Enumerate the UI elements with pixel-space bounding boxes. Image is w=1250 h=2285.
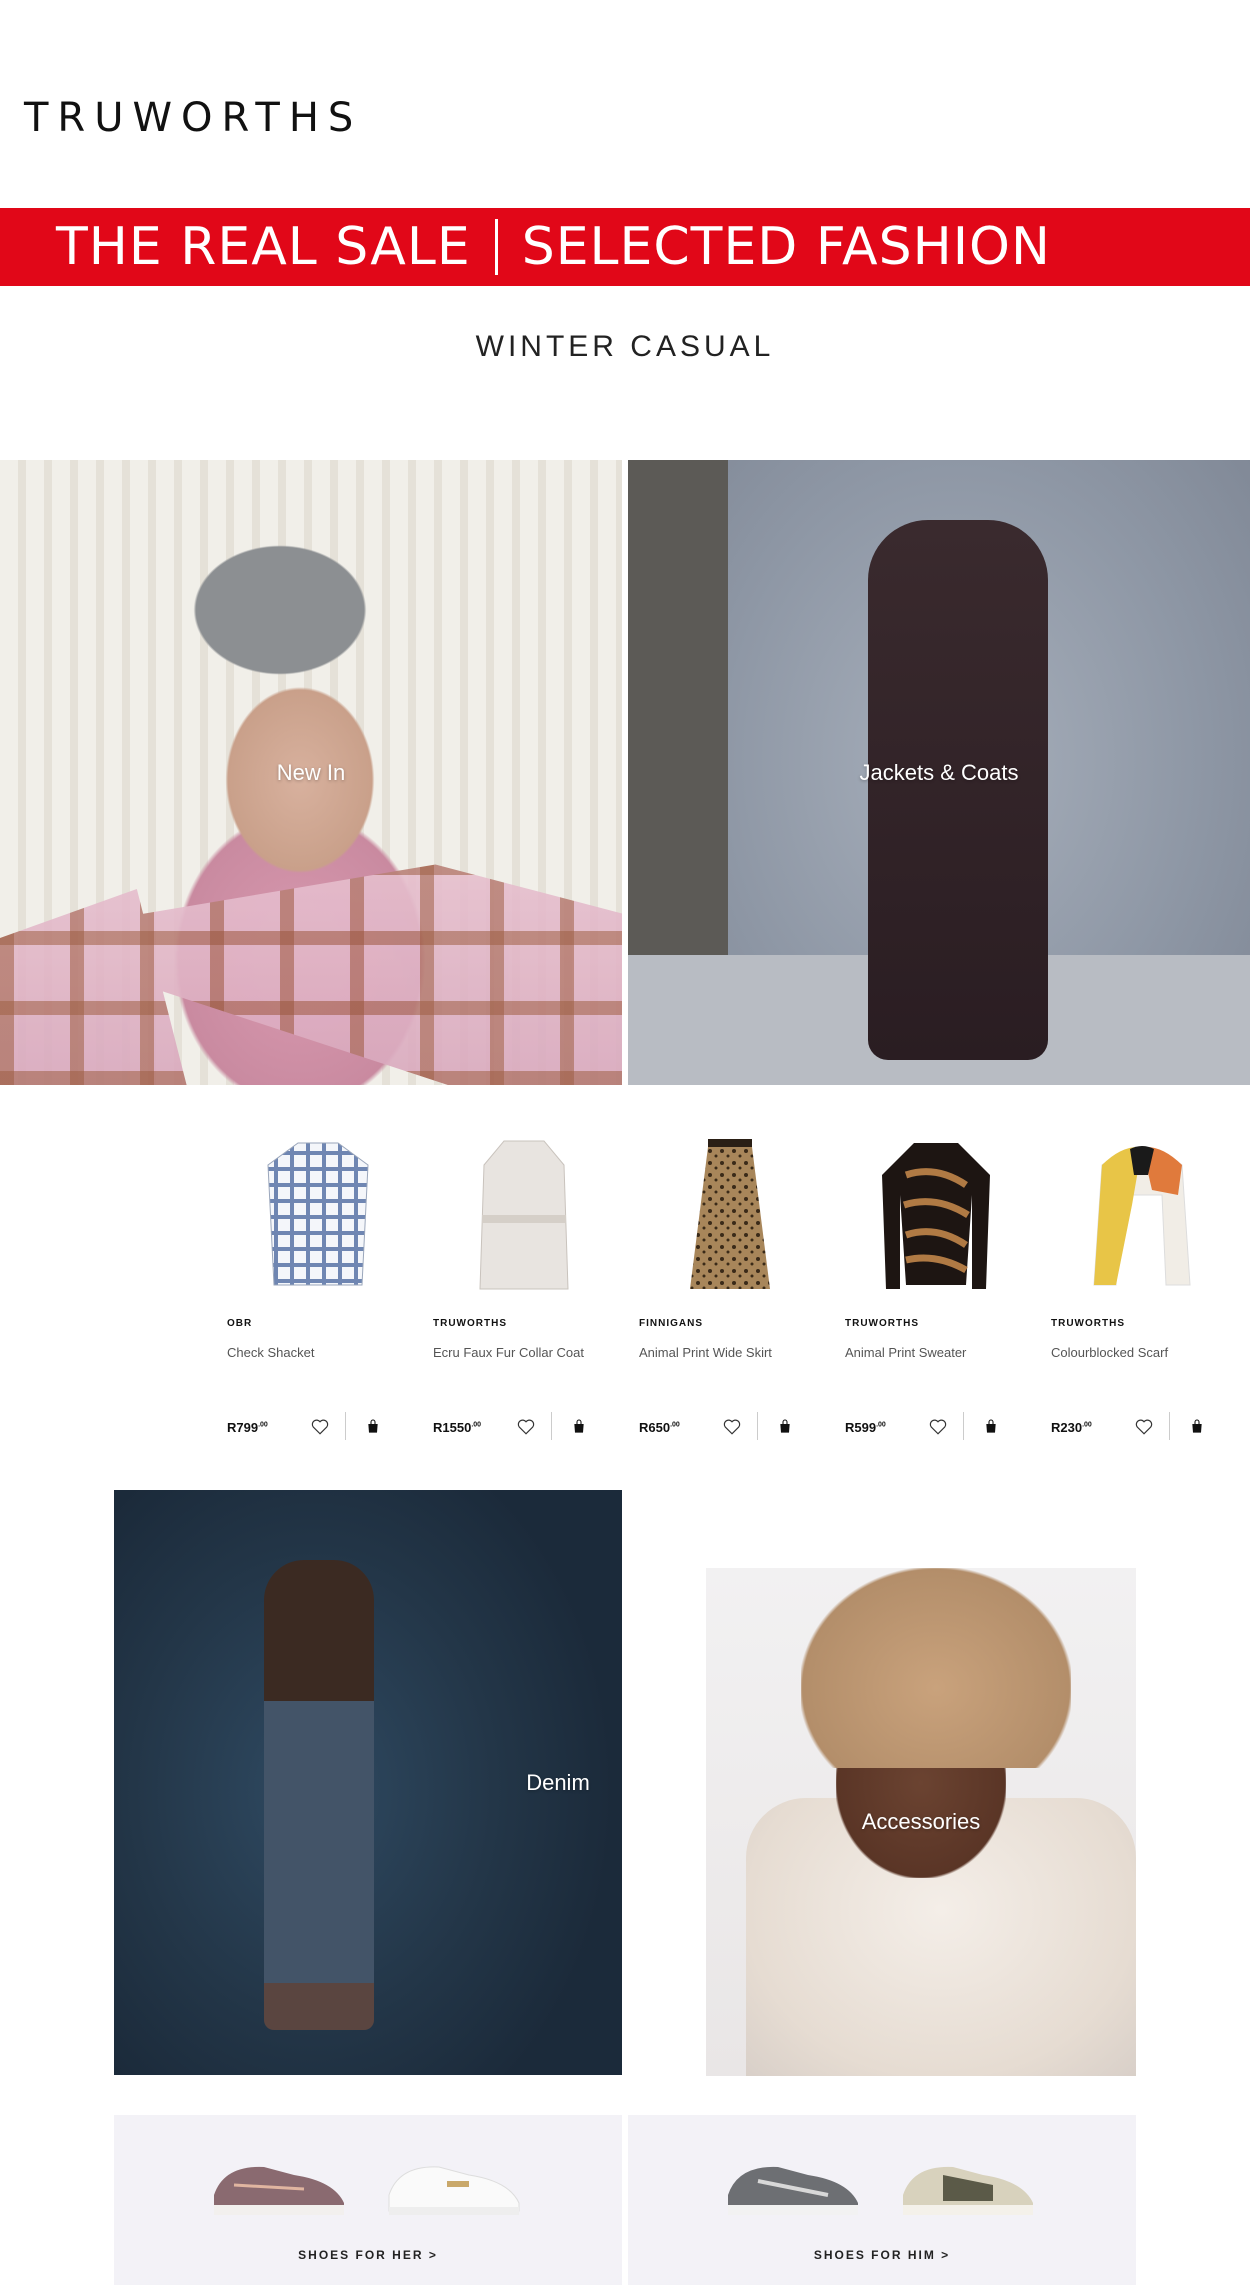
sale-banner-divider (494, 219, 498, 275)
add-to-bag-icon[interactable] (983, 1418, 999, 1434)
truworths-logo[interactable]: TRUWORTHS (24, 98, 362, 138)
product-name[interactable]: Animal Print Wide Skirt (639, 1345, 829, 1360)
denim-model-image (264, 1560, 374, 2030)
skirt-image[interactable] (655, 1130, 805, 1300)
wishlist-heart-icon[interactable] (1135, 1418, 1153, 1436)
product-price: R230.00 (1051, 1419, 1092, 1435)
wishlist-heart-icon[interactable] (517, 1418, 535, 1436)
product-price: R650.00 (639, 1419, 680, 1435)
sale-banner[interactable]: THE REAL SALE SELECTED FASHION (0, 208, 1250, 286)
shoes-for-him-panel[interactable]: SHOES FOR HIM > (628, 2115, 1136, 2285)
action-divider (963, 1412, 964, 1440)
product-card[interactable]: TRUWORTHS Ecru Faux Fur Collar Coat R155… (433, 1130, 623, 1440)
mens-sneaker-grey-image (728, 2166, 858, 2215)
denim-tile[interactable]: Denim (114, 1490, 622, 2075)
product-name[interactable]: Animal Print Sweater (845, 1345, 1035, 1360)
denim-label: Denim (526, 1769, 590, 1795)
mens-sneaker-olive-image (903, 2166, 1033, 2215)
product-card[interactable]: FINNIGANS Animal Print Wide Skirt R650.0… (639, 1130, 829, 1440)
sale-banner-right-text: SELECTED FASHION (521, 217, 1051, 277)
product-price: R599.00 (845, 1419, 886, 1435)
new-in-label: New In (276, 759, 346, 785)
new-in-tile[interactable]: New In (0, 460, 622, 1085)
product-name[interactable]: Check Shacket (227, 1345, 417, 1360)
plaid-shirt-image[interactable] (243, 1130, 393, 1300)
womens-sneaker-white-image (388, 2166, 520, 2215)
product-brand: FINNIGANS (639, 1318, 703, 1329)
action-divider (345, 1412, 346, 1440)
product-price: R799.00 (227, 1419, 268, 1435)
wishlist-heart-icon[interactable] (311, 1418, 329, 1436)
accessories-hat-image (801, 1568, 1071, 1768)
jackets-model-image (868, 520, 1048, 1060)
add-to-bag-icon[interactable] (571, 1418, 587, 1434)
action-divider (1169, 1412, 1170, 1440)
add-to-bag-icon[interactable] (1189, 1418, 1205, 1434)
womens-sneaker-burgundy-image (214, 2166, 344, 2215)
product-carousel: OBR Check Shacket R799.00 TRUWORTHS Ecru… (0, 1130, 1250, 1440)
product-name[interactable]: Colourblocked Scarf (1051, 1345, 1241, 1360)
accessories-tile[interactable]: Accessories (706, 1568, 1136, 2076)
jackets-coats-tile[interactable]: Jackets & Coats (628, 460, 1250, 1085)
shoes-for-her-link[interactable]: SHOES FOR HER > (114, 2248, 622, 2262)
product-card[interactable]: TRUWORTHS Animal Print Sweater R599.00 (845, 1130, 1035, 1440)
product-brand: OBR (227, 1318, 253, 1329)
product-name[interactable]: Ecru Faux Fur Collar Coat (433, 1345, 623, 1360)
wishlist-heart-icon[interactable] (723, 1418, 741, 1436)
add-to-bag-icon[interactable] (365, 1418, 381, 1434)
product-card[interactable]: OBR Check Shacket R799.00 (227, 1130, 417, 1440)
product-brand: TRUWORTHS (1051, 1318, 1125, 1329)
shoes-for-her-panel[interactable]: SHOES FOR HER > (114, 2115, 622, 2285)
section-title: WINTER CASUAL (475, 330, 775, 363)
coat-image[interactable] (449, 1130, 599, 1300)
sale-banner-left-text: THE REAL SALE (56, 217, 471, 277)
product-brand: TRUWORTHS (845, 1318, 919, 1329)
product-brand: TRUWORTHS (433, 1318, 507, 1329)
shoes-for-him-link[interactable]: SHOES FOR HIM > (628, 2248, 1136, 2262)
product-card[interactable]: TRUWORTHS Colourblocked Scarf R230.00 (1051, 1130, 1241, 1440)
new-in-image (0, 864, 622, 1085)
action-divider (757, 1412, 758, 1440)
action-divider (551, 1412, 552, 1440)
jackets-coats-label: Jackets & Coats (859, 759, 1019, 785)
add-to-bag-icon[interactable] (777, 1418, 793, 1434)
sweater-image[interactable] (861, 1130, 1011, 1300)
wishlist-heart-icon[interactable] (929, 1418, 947, 1436)
product-price: R1550.00 (433, 1419, 482, 1435)
scarf-image[interactable] (1067, 1130, 1217, 1300)
accessories-label: Accessories (861, 1809, 981, 1834)
